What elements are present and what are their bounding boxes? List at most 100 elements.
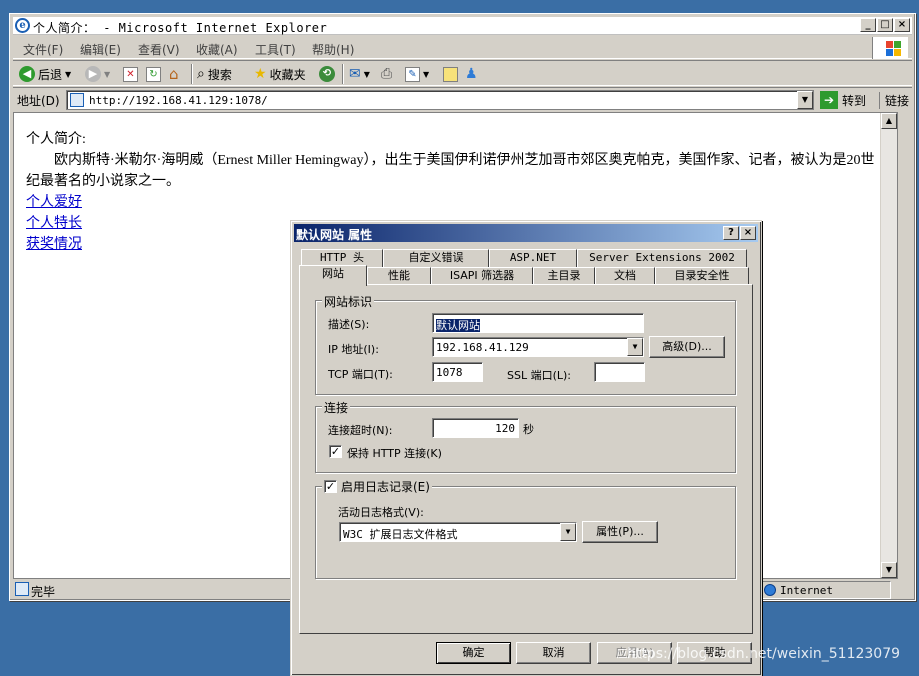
tab-home-directory[interactable]: 主目录 (533, 267, 595, 285)
link-hobbies[interactable]: 个人爱好 (26, 192, 86, 213)
search-label: 搜索 (207, 67, 232, 82)
page-icon (70, 93, 84, 107)
scroll-down-icon[interactable]: ▼ (881, 562, 897, 578)
help-question-button[interactable]: ? (723, 226, 739, 240)
mail-button[interactable]: ✉ ▼ (349, 65, 370, 83)
forward-arrow-icon: ▶ (85, 66, 101, 82)
discuss-button[interactable] (443, 65, 458, 83)
history-button[interactable]: ⟲ (319, 65, 335, 83)
site-id-label: 网站标识 (322, 293, 375, 310)
link-awards[interactable]: 获奖情况 (26, 234, 86, 255)
tab-custom-errors[interactable]: 自定义错误 (383, 249, 489, 267)
mail-icon: ✉ (349, 66, 361, 82)
globe-icon (764, 584, 776, 596)
keepalive-label: 保持 HTTP 连接(K) (347, 447, 442, 460)
dialog-title: 默认网站 属性 (296, 228, 373, 242)
go-button[interactable]: ➔ 转到 (820, 90, 866, 110)
links-button[interactable]: 链接 (879, 92, 909, 109)
enable-logging-checkbox[interactable]: ✓ (324, 480, 337, 493)
chevron-down-icon[interactable]: ▼ (627, 338, 643, 356)
search-icon: ⌕ (197, 66, 205, 82)
page-done-icon (15, 582, 29, 596)
description-input[interactable]: 默认网站 (432, 313, 644, 333)
minimize-button[interactable]: _ (860, 18, 876, 32)
go-arrow-icon: ➔ (820, 91, 838, 109)
ssl-port-label: SSL 端口(L): (507, 369, 572, 382)
website-tab-panel: 网站标识 描述(S): 默认网站 IP 地址(I): 192.168.41.12… (299, 284, 753, 634)
timeout-label: 连接超时(N): (328, 424, 393, 437)
print-icon: ⎙ (381, 66, 393, 82)
tab-directory-security[interactable]: 目录安全性 (655, 267, 749, 285)
go-label: 转到 (842, 93, 867, 108)
tab-website[interactable]: 网站 (299, 265, 367, 286)
page-paragraph: 欧内斯特·米勒尔·海明威（Ernest Miller Hemingway），出生… (26, 153, 875, 189)
tab-server-extensions[interactable]: Server Extensions 2002 (577, 249, 747, 267)
address-input[interactable]: http://192.168.41.129:1078/ ▼ (66, 90, 814, 110)
logging-group: ✓ 启用日志记录(E) 活动日志格式(V): W3C 扩展日志文件格式 ▼ 属性… (315, 478, 736, 579)
tab-aspnet[interactable]: ASP.NET (489, 249, 577, 267)
log-properties-button[interactable]: 属性(P)... (582, 521, 658, 543)
timeout-input[interactable]: 120 (432, 418, 519, 438)
security-zone: Internet (761, 581, 891, 599)
ssl-port-input[interactable] (594, 362, 645, 382)
favorites-button[interactable]: ★ 收藏夹 (254, 65, 306, 83)
messenger-button[interactable]: ♟ (465, 65, 478, 83)
properties-dialog: 默认网站 属性 ? × HTTP 头 自定义错误 ASP.NET Server … (290, 220, 762, 676)
dialog-close-button[interactable]: × (740, 226, 756, 240)
ok-button[interactable]: 确定 (436, 642, 511, 664)
edit-button[interactable]: ✎ ▼ (405, 65, 429, 83)
vertical-scrollbar[interactable]: ▲ ▼ (880, 113, 897, 578)
link-skills[interactable]: 个人特长 (26, 213, 86, 234)
chevron-down-icon: ▼ (363, 69, 370, 79)
tab-documents[interactable]: 文档 (595, 267, 655, 285)
ie-logo-icon: e (15, 18, 30, 33)
toolbar-divider (342, 64, 344, 84)
messenger-icon: ♟ (465, 66, 478, 82)
tcp-port-label: TCP 端口(T): (328, 368, 393, 381)
ip-address-label: IP 地址(I): (328, 343, 379, 356)
standard-toolbar: ◀ 后退 ▼ ▶ ▼ ✕ ↻ ⌂ ⌕ 搜索 ★ 收藏夹 ⟲ ✉ ▼ ⎙ ✎ ▼ ♟ (13, 60, 912, 86)
enable-logging-label: 启用日志记录(E) (341, 480, 430, 494)
search-button[interactable]: ⌕ 搜索 (197, 65, 232, 83)
favorites-label: 收藏夹 (269, 67, 306, 82)
cancel-button[interactable]: 取消 (516, 642, 591, 664)
chevron-down-icon[interactable]: ▼ (560, 523, 576, 541)
forward-button[interactable]: ▶ ▼ (85, 65, 110, 83)
maximize-button[interactable]: □ (877, 18, 893, 32)
log-format-select[interactable]: W3C 扩展日志文件格式 ▼ (339, 522, 577, 542)
menu-view[interactable]: 查看(V) (138, 41, 180, 58)
ip-address-value: 192.168.41.129 (436, 341, 529, 354)
dialog-title-bar: 默认网站 属性 ? × (294, 224, 758, 242)
menu-help[interactable]: 帮助(H) (312, 41, 354, 58)
print-button[interactable]: ⎙ (381, 65, 392, 83)
back-label: 后退 (38, 67, 63, 82)
menu-edit[interactable]: 编辑(E) (80, 41, 121, 58)
back-button[interactable]: ◀ 后退 ▼ (19, 65, 71, 83)
seconds-label: 秒 (523, 423, 534, 436)
star-icon: ★ (254, 66, 267, 82)
address-label: 地址(D) (17, 94, 60, 108)
refresh-button[interactable]: ↻ (146, 65, 161, 83)
keepalive-checkbox[interactable]: ✓ (329, 445, 342, 458)
scroll-up-icon[interactable]: ▲ (881, 113, 897, 129)
home-button[interactable]: ⌂ (169, 65, 179, 83)
stop-icon: ✕ (123, 66, 138, 82)
advanced-button[interactable]: 高级(D)... (649, 336, 725, 358)
ip-address-select[interactable]: 192.168.41.129 ▼ (432, 337, 644, 357)
chevron-down-icon: ▼ (423, 69, 430, 79)
tab-performance[interactable]: 性能 (367, 267, 431, 285)
tcp-port-input[interactable]: 1078 (432, 362, 483, 382)
menu-tools[interactable]: 工具(T) (255, 41, 296, 58)
windows-logo-icon (872, 37, 908, 59)
menu-favorites[interactable]: 收藏(A) (196, 41, 238, 58)
tab-isapi-filters[interactable]: ISAPI 筛选器 (431, 267, 533, 285)
description-label: 描述(S): (328, 318, 370, 331)
title-bar: e 个人简介： - Microsoft Internet Explorer _ … (13, 17, 912, 35)
close-button[interactable]: × (894, 18, 910, 32)
toolbar-divider (191, 64, 193, 84)
connection-label: 连接 (322, 399, 351, 416)
page-heading: 个人简介: (26, 132, 86, 147)
stop-button[interactable]: ✕ (123, 65, 138, 83)
chevron-down-icon[interactable]: ▼ (797, 91, 813, 109)
menu-file[interactable]: 文件(F) (23, 41, 63, 58)
